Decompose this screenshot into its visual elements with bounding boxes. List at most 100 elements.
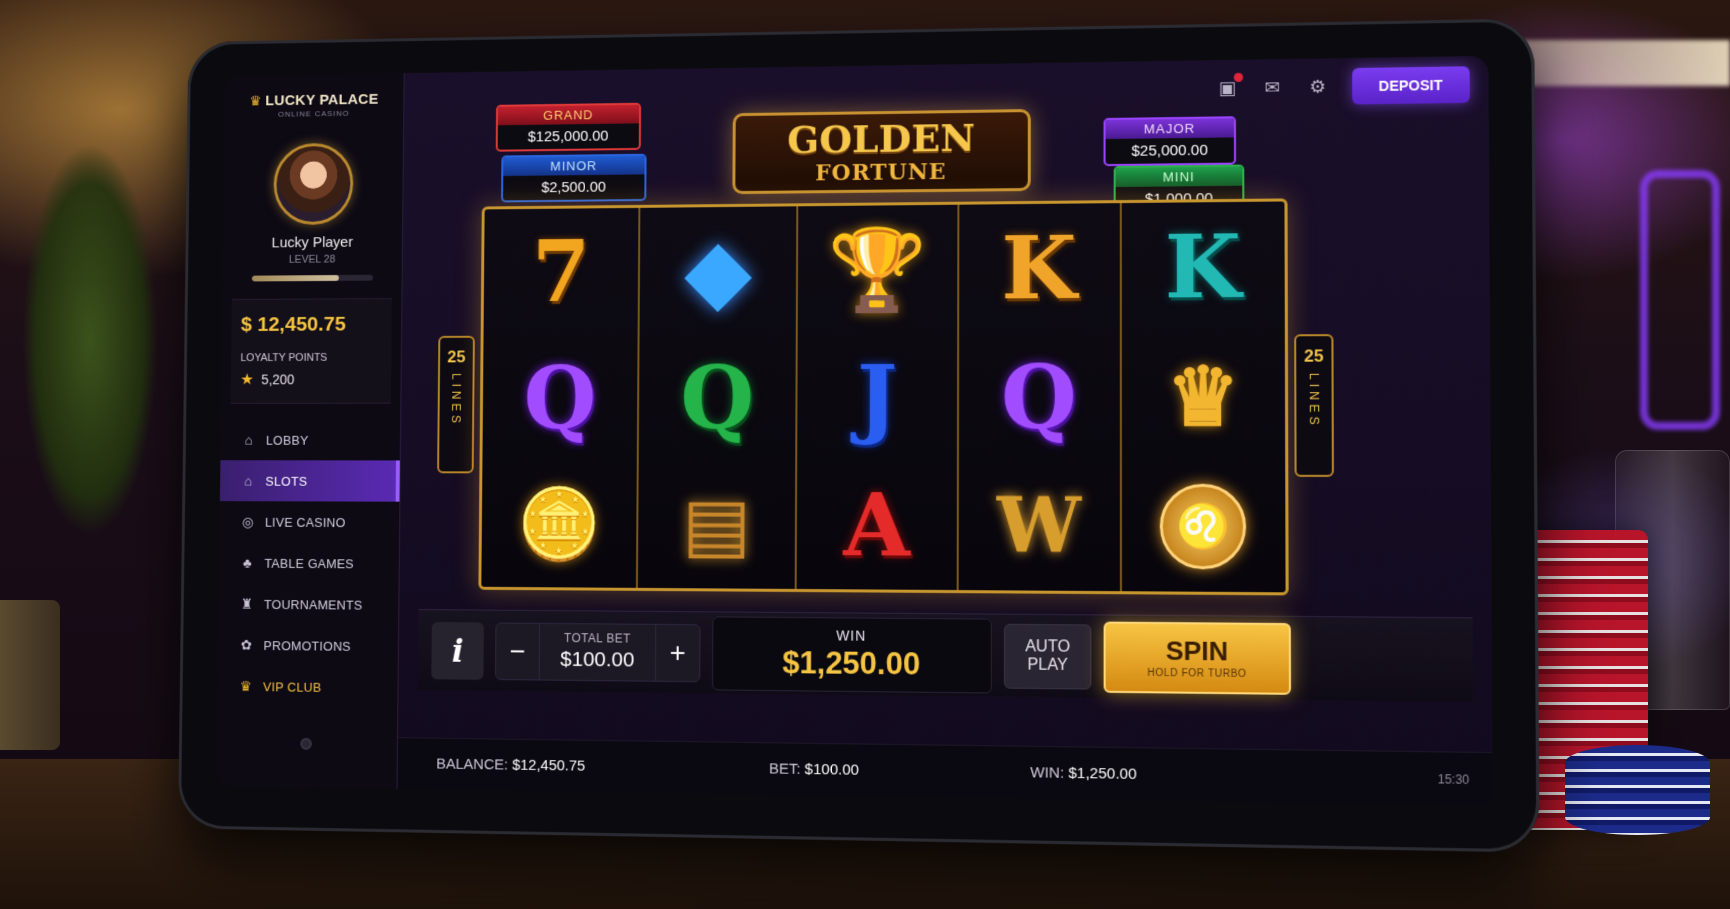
table-icon: ♣ (242, 554, 253, 571)
game-logo-line2: FORTUNE (815, 158, 947, 187)
brand-subtitle: ONLINE CASINO (277, 108, 350, 119)
settings-dot-icon[interactable] (300, 737, 312, 750)
balance-card: $ 12,450.75 LOYALTY POINTS ★ 5,200 (230, 298, 392, 404)
tablet-device: ♛ LUCKY PALACE ONLINE CASINO Lucky Playe… (177, 18, 1540, 853)
queen-crown-symbol: Q (680, 346, 755, 448)
decrease-bet-button[interactable]: − (496, 623, 539, 679)
game-logo-line1: GOLDEN (787, 114, 976, 162)
info-button[interactable]: i (431, 621, 484, 680)
paylines-indicator-left: 25 LINES (437, 335, 475, 474)
win-label: WIN (836, 626, 867, 644)
blue-chip-stack (1565, 745, 1710, 835)
win-display: WIN $1,250.00 (711, 615, 992, 694)
game-controls: i − TOTAL BET $100.00 + WIN $1,250.00 AU… (417, 609, 1474, 703)
slots-icon: ⌂ (244, 472, 253, 489)
home-icon: ⌂ (244, 432, 254, 448)
balance-amount: $ 12,450.75 (240, 312, 347, 336)
jack-symbol: J (856, 346, 898, 448)
trophy-symbol: 🏆 (827, 221, 928, 316)
crown-icon: ♛ (239, 677, 253, 694)
jackpot-value: $25,000.00 (1131, 141, 1208, 160)
ace-symbol: A (843, 474, 911, 577)
jackpot-minor: MINOR $2,500.00 (501, 153, 647, 203)
sidebar-item-live-casino[interactable]: ◎ LIVE CASINO (219, 501, 399, 543)
lion-coin-cell: ♌ (1122, 461, 1286, 592)
sidebar-item-label: PROMOTIONS (263, 637, 351, 654)
king-crown-symbol: K (1001, 217, 1077, 319)
wild-chest-symbol: W (996, 482, 1081, 570)
seven-symbol: 7 (531, 221, 591, 322)
level-progress-fill (251, 275, 339, 282)
total-bet-value: $100.00 (560, 647, 635, 672)
king-symbol: K (1164, 215, 1242, 319)
crown-icon: ♛ (249, 92, 262, 109)
deposit-button[interactable]: DEPOSIT (1351, 66, 1470, 105)
coins-symbol: 🪙 (516, 482, 602, 565)
level-progress-bar (251, 274, 373, 282)
jackpot-major: MAJOR $25,000.00 (1103, 116, 1237, 167)
jackpot-label: MINOR (503, 155, 645, 177)
status-balance-value: $12,450.75 (512, 756, 586, 775)
auto-play-button[interactable]: AUTO PLAY (1003, 623, 1092, 690)
paylines-label: LINES (449, 373, 464, 427)
reel-5: K ♛ ♌ (1122, 201, 1286, 592)
notification-badge (1233, 72, 1243, 83)
jackpot-value: $125,000.00 (527, 127, 609, 146)
sidebar-item-table-games[interactable]: ♣ TABLE GAMES (219, 542, 399, 584)
status-balance: BALANCE: $12,450.75 (436, 756, 585, 775)
status-bar: BALANCE: $12,450.75 BET: $100.00 WIN: $1… (397, 737, 1493, 807)
sidebar-item-tournaments[interactable]: ♜ TOURNAMENTS (218, 583, 398, 626)
player-level: LEVEL 28 (288, 253, 336, 266)
spin-label: SPIN (1165, 635, 1229, 667)
avatar[interactable] (272, 142, 354, 226)
gear-icon[interactable]: ⚙ (1306, 76, 1329, 99)
sidebar-item-label: LIVE CASINO (264, 514, 346, 530)
sidebar-item-label: SLOTS (265, 473, 308, 489)
jackpot-label: MINI (1115, 166, 1243, 188)
sidebar-item-label: TOURNAMENTS (263, 596, 363, 613)
status-balance-label: BALANCE: (436, 755, 509, 774)
status-win: WIN: $1,250.00 (1030, 764, 1136, 783)
reel-1: 7 Q 🪙 (481, 207, 641, 588)
plant-pot (0, 600, 60, 750)
increase-bet-button[interactable]: + (656, 624, 700, 680)
brand-logo[interactable]: ♛ LUCKY PALACE ONLINE CASINO (225, 91, 404, 120)
bet-selector: − TOTAL BET $100.00 + (495, 622, 701, 682)
treasure-chest-symbol: ▤ (682, 481, 752, 568)
top-bar: ▣ ✉ ⚙ DEPOSIT (1216, 66, 1470, 106)
jackpot-value: $2,500.00 (541, 178, 606, 197)
queen-symbol: Q (1000, 345, 1077, 448)
neon-frame (1640, 170, 1720, 430)
slot-reels: 7 Q 🪙 ◆ Q ▤ 🏆 J A K Q W K ♛ ♌ (478, 198, 1289, 596)
sidebar-item-vip-club[interactable]: ♛ VIP CLUB (217, 665, 397, 708)
lion-coin-symbol: ♌ (1160, 483, 1247, 570)
win-value: $1,250.00 (782, 644, 921, 682)
tablet-screen: ♛ LUCKY PALACE ONLINE CASINO Lucky Playe… (216, 55, 1493, 807)
status-bet-value: $100.00 (804, 760, 859, 779)
player-name: Lucky Player (271, 234, 354, 252)
status-bet-label: BET: (768, 760, 801, 778)
game-logo: GOLDEN FORTUNE (732, 109, 1031, 195)
sidebar-item-label: TABLE GAMES (264, 555, 355, 571)
star-icon: ★ (240, 371, 254, 389)
queen-symbol: Q (523, 347, 597, 448)
diamond-symbol: ◆ (683, 217, 753, 324)
sidebar-item-promotions[interactable]: ✿ PROMOTIONS (218, 624, 398, 667)
plant-background (0, 80, 190, 640)
status-win-label: WIN: (1030, 764, 1065, 782)
status-time: 15:30 (1437, 771, 1470, 787)
loyalty-points-label: LOYALTY POINTS (240, 352, 328, 364)
spin-sublabel: HOLD FOR TURBO (1147, 667, 1247, 681)
crown-chalice-symbol: ♛ (1166, 348, 1241, 445)
paylines-count: 25 (1304, 346, 1324, 366)
reel-3: 🏆 J A (797, 204, 960, 591)
sidebar-item-slots[interactable]: ⌂ SLOTS (219, 460, 400, 502)
mail-icon[interactable]: ✉ (1261, 76, 1284, 99)
total-bet-label: TOTAL BET (564, 631, 631, 646)
sidebar-item-label: VIP CLUB (262, 678, 322, 695)
gift-icon[interactable]: ▣ (1216, 72, 1243, 99)
sidebar-item-lobby[interactable]: ⌂ LOBBY (220, 419, 400, 460)
game-area: ▣ ✉ ⚙ DEPOSIT GRAND $125,000.00 MINOR $2… (397, 56, 1493, 807)
paylines-count: 25 (447, 347, 466, 367)
spin-button[interactable]: SPIN HOLD FOR TURBO (1103, 621, 1292, 695)
